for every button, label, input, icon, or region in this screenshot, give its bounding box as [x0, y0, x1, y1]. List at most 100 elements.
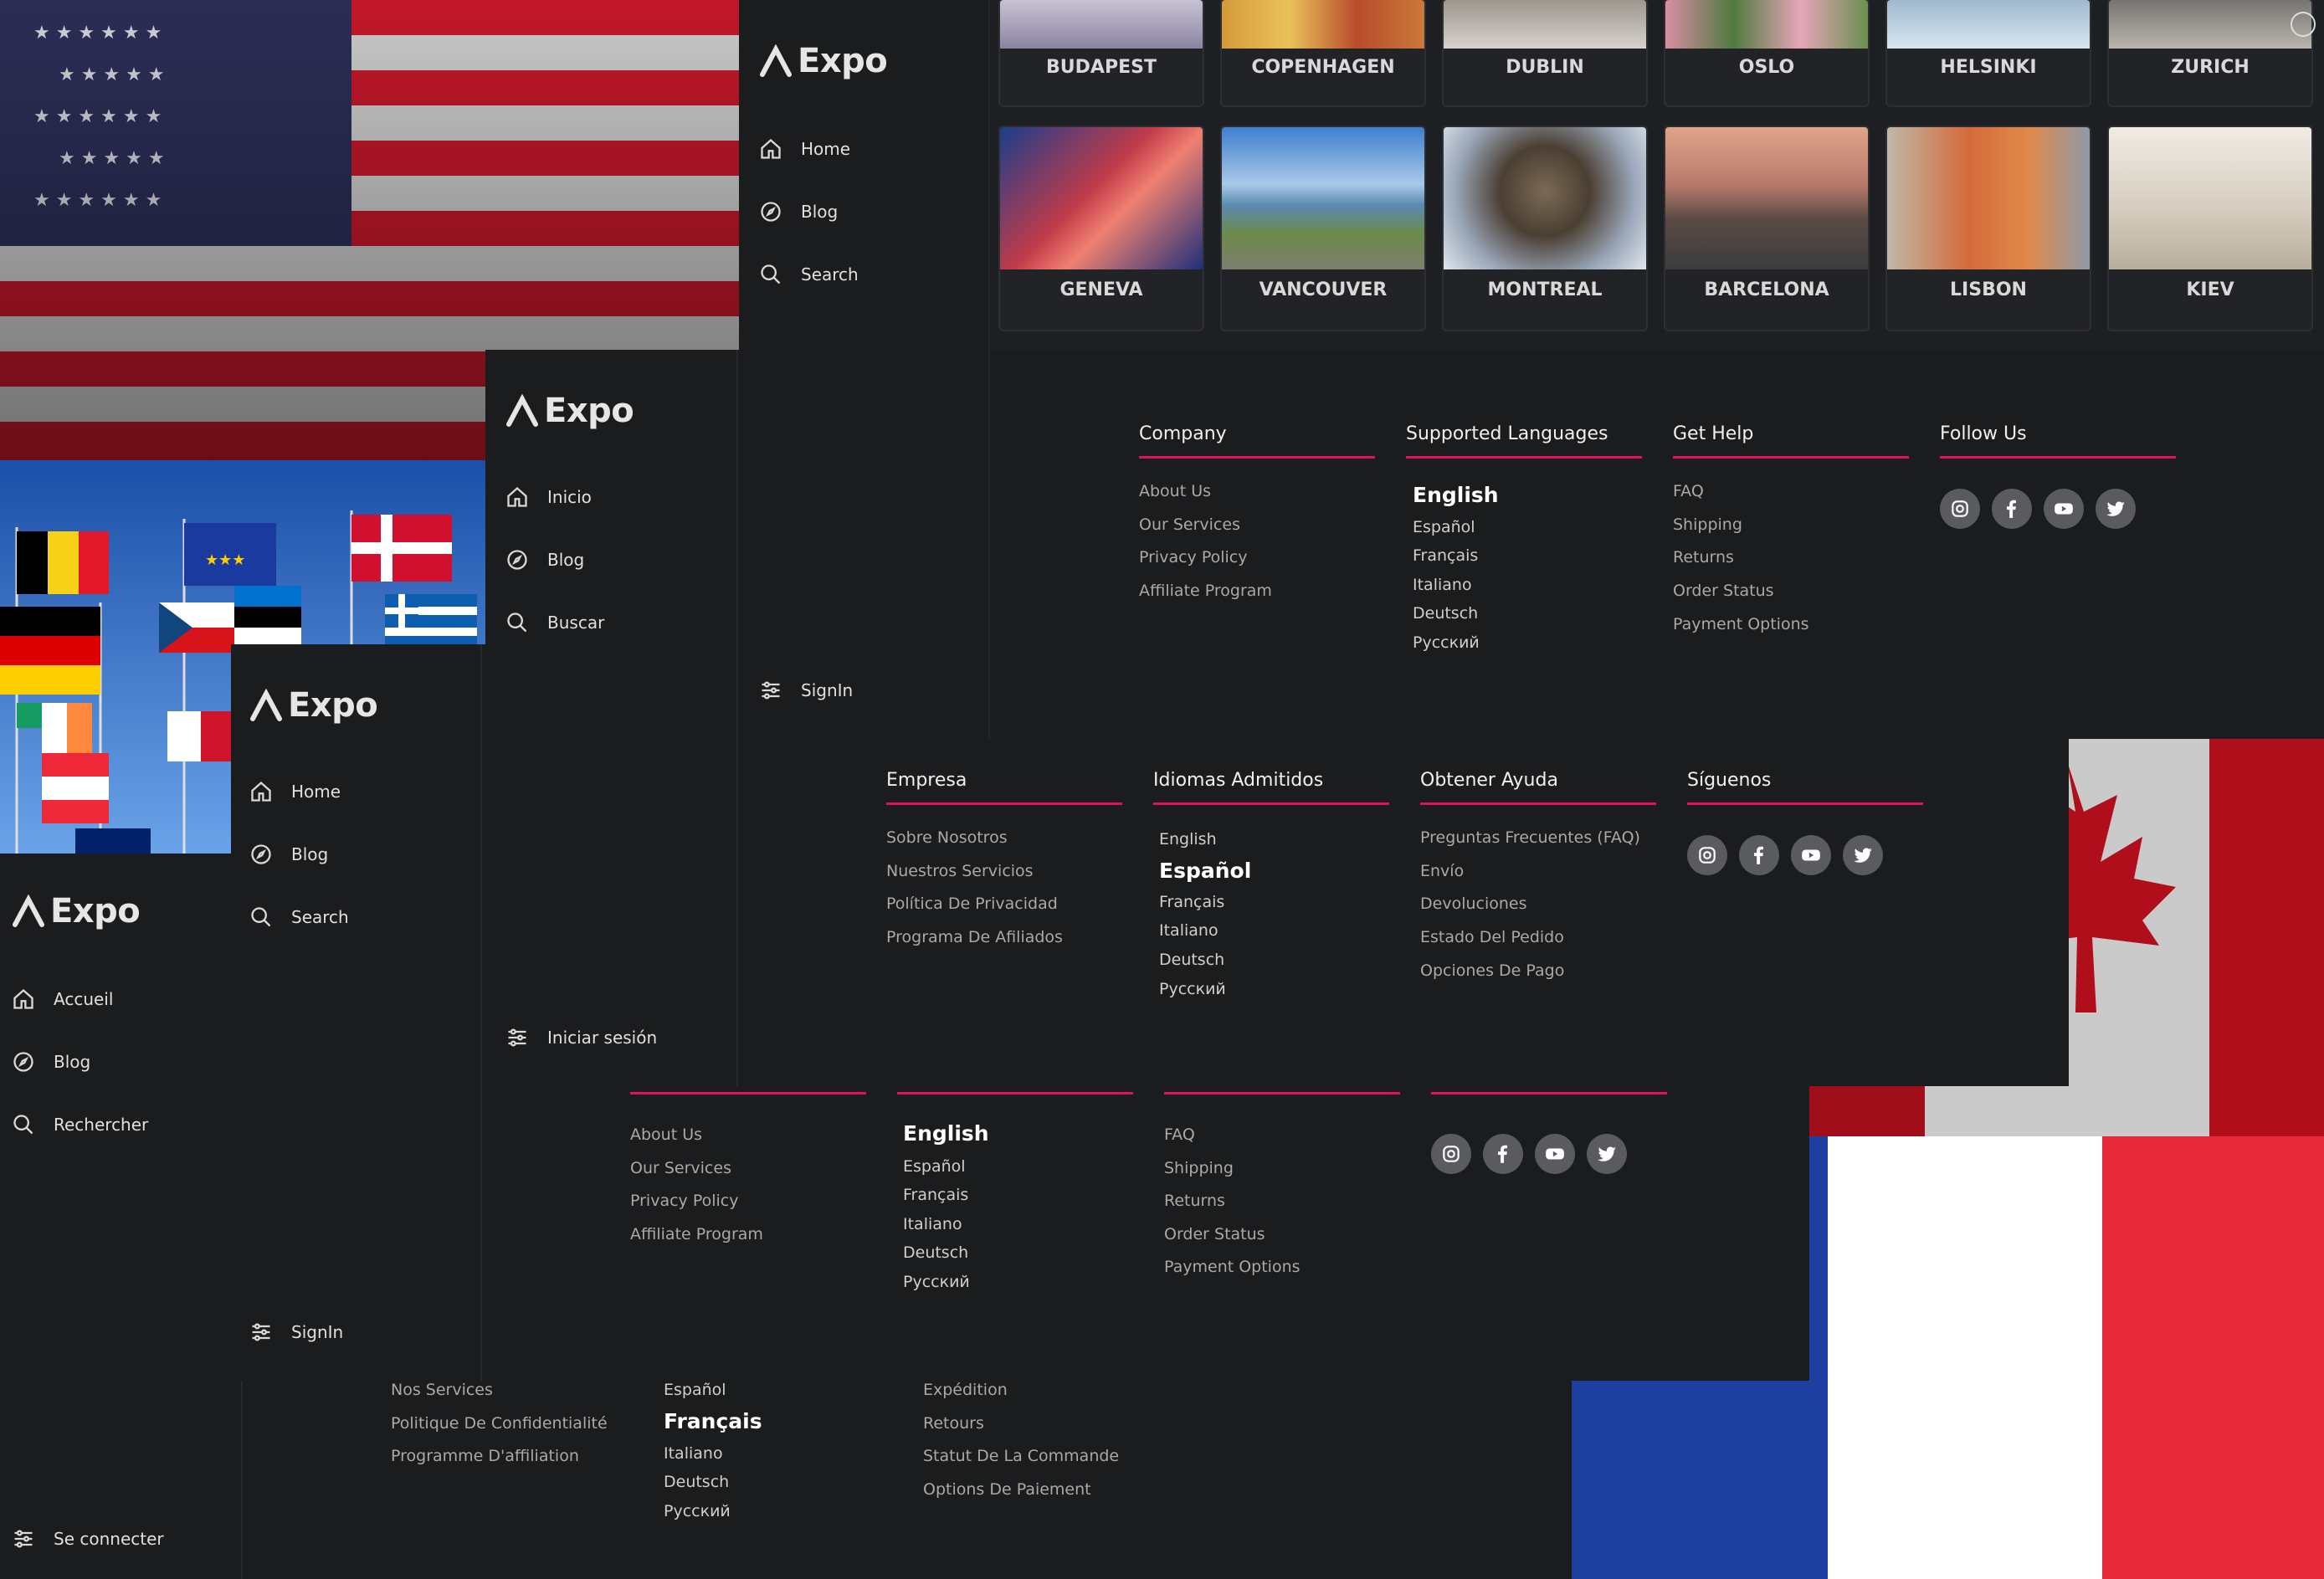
theme-toggle-icon[interactable]	[2291, 12, 2316, 37]
footer-link[interactable]: Shipping	[1673, 515, 1742, 534]
footer-link[interactable]: Order Status	[1164, 1225, 1265, 1243]
footer-link[interactable]: Payment Options	[1673, 615, 1809, 633]
instagram-icon[interactable]	[1940, 489, 1980, 529]
nav-item-accueil[interactable]: Accueil	[12, 987, 113, 1011]
instagram-icon[interactable]	[1431, 1134, 1471, 1174]
footer-link[interactable]: Opciones De Pago	[1420, 961, 1564, 980]
signin-button[interactable]: SignIn	[759, 679, 853, 702]
language-option[interactable]: Deutsch	[903, 1243, 968, 1262]
language-option[interactable]: Русский	[1159, 980, 1226, 998]
instagram-icon[interactable]	[1687, 835, 1727, 875]
footer-link[interactable]: Returns	[1164, 1192, 1225, 1210]
footer-link[interactable]: FAQ	[1673, 482, 1704, 500]
language-option-active[interactable]: Español	[1159, 859, 1251, 883]
nav-item-search[interactable]: Search	[249, 905, 349, 929]
city-card-copenhagen[interactable]: COPENHAGEN	[1220, 0, 1426, 107]
footer-link[interactable]: Privacy Policy	[1139, 548, 1247, 566]
city-card-geneva[interactable]: GENEVA	[998, 126, 1204, 331]
language-option[interactable]: Deutsch	[664, 1473, 729, 1491]
city-card-barcelona[interactable]: BARCELONA	[1664, 126, 1870, 331]
facebook-icon[interactable]	[1992, 489, 2032, 529]
footer-link[interactable]: Privacy Policy	[630, 1192, 738, 1210]
footer-link[interactable]: Programme D'affiliation	[391, 1447, 579, 1465]
footer-link[interactable]: Our Services	[1139, 515, 1240, 534]
nav-item-blog[interactable]: Blog	[505, 548, 584, 572]
language-option[interactable]: Español	[903, 1157, 966, 1176]
language-option[interactable]: Deutsch	[1413, 604, 1478, 623]
language-option[interactable]: Español	[664, 1381, 726, 1399]
logo[interactable]: Expo	[505, 392, 634, 430]
city-card-zurich[interactable]: ZURICH	[2107, 0, 2313, 107]
footer-link[interactable]: Estado Del Pedido	[1420, 928, 1564, 946]
language-option[interactable]: Italiano	[1413, 576, 1472, 594]
footer-link[interactable]: Options De Paiement	[923, 1480, 1091, 1499]
nav-item-search[interactable]: Search	[759, 263, 859, 286]
footer-link[interactable]: Our Services	[630, 1159, 731, 1177]
footer-link[interactable]: Affiliate Program	[630, 1225, 763, 1243]
city-card-kiev[interactable]: KIEV	[2107, 126, 2313, 331]
logo[interactable]: Expo	[249, 686, 378, 725]
footer-link[interactable]: Devoluciones	[1420, 895, 1527, 913]
footer-link[interactable]: Shipping	[1164, 1159, 1234, 1177]
city-card-vancouver[interactable]: VANCOUVER	[1220, 126, 1426, 331]
twitter-icon[interactable]	[1587, 1134, 1627, 1174]
language-option[interactable]: Русский	[1413, 633, 1480, 652]
signin-button[interactable]: SignIn	[249, 1320, 343, 1344]
language-option[interactable]: Deutsch	[1159, 951, 1224, 969]
footer-link[interactable]: Nuestros Servicios	[886, 862, 1034, 880]
city-card-budapest[interactable]: BUDAPEST	[998, 0, 1204, 107]
city-card-lisbon[interactable]: LISBON	[1885, 126, 2091, 331]
youtube-icon[interactable]	[1791, 835, 1831, 875]
nav-item-buscar[interactable]: Buscar	[505, 611, 604, 634]
language-option-active[interactable]: Français	[664, 1409, 762, 1433]
facebook-icon[interactable]	[1483, 1134, 1523, 1174]
language-option[interactable]: Français	[1413, 546, 1478, 565]
footer-link[interactable]: About Us	[630, 1125, 702, 1144]
footer-link[interactable]: Statut De La Commande	[923, 1447, 1119, 1465]
nav-item-blog[interactable]: Blog	[12, 1050, 90, 1074]
youtube-icon[interactable]	[2044, 489, 2084, 529]
language-option[interactable]: Italiano	[1159, 921, 1218, 940]
footer-link[interactable]: Order Status	[1673, 582, 1774, 600]
footer-link[interactable]: Nos Services	[391, 1381, 493, 1399]
language-option[interactable]: Italiano	[903, 1215, 962, 1233]
language-option[interactable]: Français	[903, 1186, 968, 1204]
language-option[interactable]: Русский	[664, 1502, 731, 1520]
city-card-helsinki[interactable]: HELSINKI	[1885, 0, 2091, 107]
language-option-active[interactable]: English	[903, 1121, 989, 1146]
footer-link[interactable]: Politique De Confidentialité	[391, 1414, 608, 1433]
language-option[interactable]: Français	[1159, 893, 1224, 911]
facebook-icon[interactable]	[1739, 835, 1779, 875]
logo[interactable]: Expo	[12, 892, 141, 930]
nav-item-home[interactable]: Home	[759, 137, 850, 161]
footer-link[interactable]: Expédition	[923, 1381, 1008, 1399]
footer-link[interactable]: About Us	[1139, 482, 1211, 500]
nav-item-inicio[interactable]: Inicio	[505, 485, 592, 509]
footer-link[interactable]: Retours	[923, 1414, 984, 1433]
footer-link[interactable]: Returns	[1673, 548, 1734, 566]
language-option[interactable]: Español	[1413, 518, 1475, 536]
language-option[interactable]: Italiano	[664, 1444, 723, 1463]
city-card-montreal[interactable]: MONTREAL	[1442, 126, 1648, 331]
nav-item-blog[interactable]: Blog	[759, 200, 838, 223]
footer-link[interactable]: Envío	[1420, 862, 1464, 880]
footer-link[interactable]: Sobre Nosotros	[886, 828, 1008, 847]
language-option[interactable]: Русский	[903, 1273, 970, 1291]
nav-item-home[interactable]: Home	[249, 780, 341, 803]
youtube-icon[interactable]	[1535, 1134, 1575, 1174]
footer-link[interactable]: Payment Options	[1164, 1258, 1301, 1276]
twitter-icon[interactable]	[1843, 835, 1883, 875]
nav-item-blog[interactable]: Blog	[249, 843, 328, 866]
logo[interactable]: Expo	[759, 42, 888, 80]
twitter-icon[interactable]	[2096, 489, 2136, 529]
nav-item-rechercher[interactable]: Rechercher	[12, 1113, 148, 1136]
footer-link[interactable]: Programa De Afiliados	[886, 928, 1063, 946]
language-option[interactable]: English	[1159, 830, 1217, 848]
city-card-dublin[interactable]: DUBLIN	[1442, 0, 1648, 107]
footer-link[interactable]: FAQ	[1164, 1125, 1195, 1144]
signin-button[interactable]: Iniciar sesión	[505, 1026, 657, 1049]
language-option-active[interactable]: English	[1413, 483, 1499, 507]
signin-button[interactable]: Se connecter	[12, 1527, 164, 1551]
footer-link[interactable]: Preguntas Frecuentes (FAQ)	[1420, 828, 1640, 847]
city-card-oslo[interactable]: OSLO	[1664, 0, 1870, 107]
